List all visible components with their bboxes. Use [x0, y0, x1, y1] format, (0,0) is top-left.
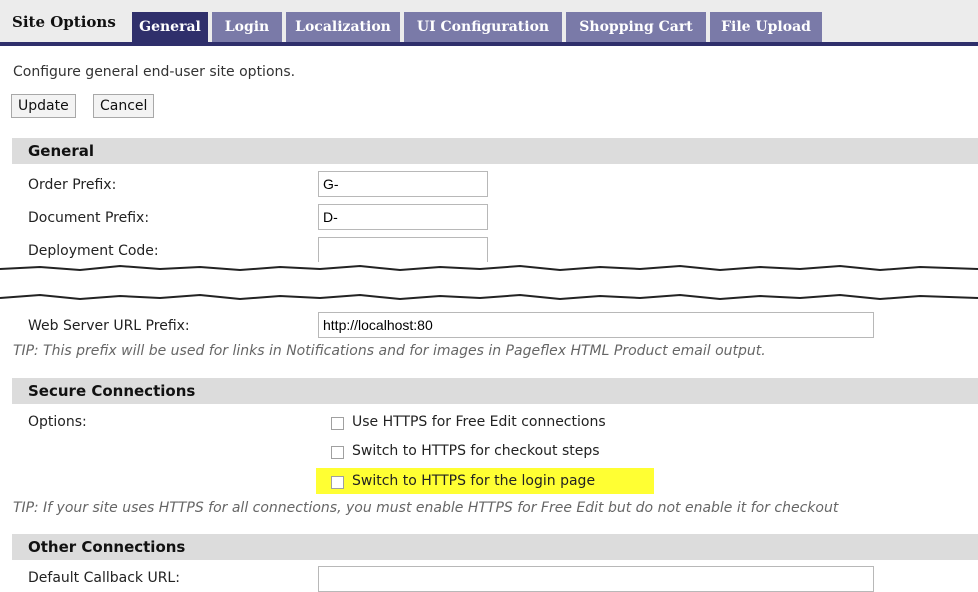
tab-bar-underline	[0, 42, 978, 46]
tab-shopping-cart[interactable]: Shopping Cart	[566, 12, 706, 42]
section-title: Secure Connections	[28, 382, 196, 400]
section-header-general: General	[12, 138, 978, 164]
web-server-url-input[interactable]	[318, 312, 874, 338]
order-prefix-input[interactable]	[318, 171, 488, 197]
web-server-tip: TIP: This prefix will be used for links …	[13, 343, 766, 359]
deployment-code-input[interactable]	[318, 237, 488, 263]
checkbox-free-edit-https[interactable]	[331, 417, 344, 430]
web-server-url-label: Web Server URL Prefix:	[28, 318, 190, 334]
default-callback-url-input[interactable]	[318, 566, 874, 592]
section-title: General	[28, 142, 94, 160]
document-prefix-label: Document Prefix:	[28, 210, 150, 226]
checkbox-label: Switch to HTTPS for checkout steps	[352, 443, 600, 459]
section-header-other-connections: Other Connections	[12, 534, 978, 560]
tab-file-upload[interactable]: File Upload	[710, 12, 822, 42]
checkbox-checkout-https[interactable]	[331, 446, 344, 459]
secure-connections-tip: TIP: If your site uses HTTPS for all con…	[13, 500, 839, 516]
page-description: Configure general end-user site options.	[13, 64, 296, 80]
checkbox-label: Use HTTPS for Free Edit connections	[352, 414, 606, 430]
cancel-button[interactable]: Cancel	[93, 94, 155, 118]
checkbox-login-https[interactable]	[331, 476, 344, 489]
tab-ui-configuration[interactable]: UI Configuration	[404, 12, 562, 42]
section-header-secure-connections: Secure Connections	[12, 378, 978, 404]
default-callback-url-label: Default Callback URL:	[28, 570, 180, 586]
tab-localization[interactable]: Localization	[286, 12, 400, 42]
tab-login[interactable]: Login	[212, 12, 282, 42]
deployment-code-label: Deployment Code:	[28, 243, 159, 259]
torn-edge-divider	[0, 262, 978, 301]
site-options-title: Site Options	[12, 13, 116, 31]
options-label: Options:	[28, 414, 87, 430]
document-prefix-input[interactable]	[318, 204, 488, 230]
update-button[interactable]: Update	[11, 94, 76, 118]
section-title: Other Connections	[28, 538, 186, 556]
checkbox-label: Switch to HTTPS for the login page	[352, 473, 596, 489]
order-prefix-label: Order Prefix:	[28, 177, 117, 193]
tab-general[interactable]: General	[132, 12, 208, 42]
